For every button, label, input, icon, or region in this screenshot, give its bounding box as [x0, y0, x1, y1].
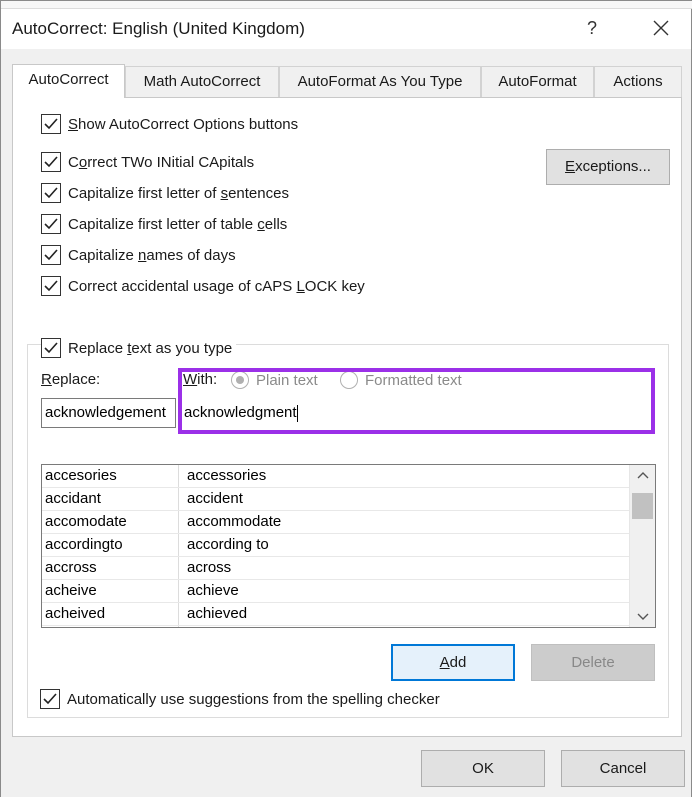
days-label: Capitalize names of days: [68, 246, 236, 264]
replace-input[interactable]: acknowledgement: [41, 398, 176, 428]
spelling-label: Automatically use suggestions from the s…: [67, 690, 440, 708]
list-item-with: accident: [187, 490, 243, 507]
list-item-with: according to: [187, 536, 269, 553]
dialog-title: AutoCorrect: English (United Kingdom): [12, 19, 305, 38]
replace-as-type-option: Replace text as you type: [41, 337, 237, 359]
list-item[interactable]: acheived achieved: [42, 603, 629, 626]
with-label: With:: [183, 371, 218, 388]
replace-as-type-checkbox[interactable]: [41, 338, 61, 358]
list-scrollbar[interactable]: [629, 465, 655, 627]
caps-lock-checkbox[interactable]: [41, 276, 61, 296]
checkmark-icon: [44, 187, 58, 199]
autocorrect-dialog: AutoCorrect: English (United Kingdom) ? …: [0, 0, 692, 797]
checkmark-icon: [43, 693, 57, 705]
tab-math-autocorrect[interactable]: Math AutoCorrect: [125, 66, 279, 97]
formatted-text-label: Formatted text: [365, 371, 462, 389]
tab-autocorrect[interactable]: AutoCorrect: [12, 64, 125, 98]
with-input-text: acknowledgment: [184, 404, 297, 421]
checkmark-icon: [44, 118, 58, 130]
dialog-footer: OK Cancel: [1, 738, 691, 797]
tab-autoformat-as-you-type[interactable]: AutoFormat As You Type: [279, 66, 481, 97]
scroll-down-button[interactable]: [630, 607, 655, 627]
scroll-up-button[interactable]: [630, 465, 655, 485]
chevron-up-icon: [637, 472, 649, 479]
list-item-replace: accesories: [45, 467, 117, 484]
list-item-with: achieved: [187, 605, 248, 622]
formatted-text-radio[interactable]: Formatted text: [340, 371, 462, 389]
autocorrect-panel: Show AutoCorrect Options buttons Correct…: [12, 97, 682, 737]
title-bar: AutoCorrect: English (United Kingdom) ?: [1, 9, 691, 49]
two-initial-label: Correct TWo INitial CApitals: [68, 153, 255, 171]
list-item-replace: acheive: [45, 582, 97, 599]
list-item-replace: accordingto: [45, 536, 123, 553]
list-item[interactable]: acheive achieve: [42, 580, 629, 603]
first-cell-label: Capitalize first letter of table cells: [68, 215, 288, 233]
with-input[interactable]: acknowledgment: [180, 398, 655, 428]
radio-selected-icon: [231, 371, 249, 389]
add-button[interactable]: Add: [391, 644, 515, 681]
show-options-label: Show AutoCorrect Options buttons: [68, 115, 299, 133]
list-item[interactable]: accidant accident: [42, 488, 629, 511]
days-checkbox[interactable]: [41, 245, 61, 265]
checkmark-icon: [44, 249, 58, 261]
first-sentence-option: Capitalize first letter of sentences: [41, 182, 289, 204]
caps-lock-option: Correct accidental usage of cAPS LOCK ke…: [41, 275, 365, 297]
list-item-with: across: [187, 559, 232, 576]
spelling-checkbox[interactable]: [40, 689, 60, 709]
list-item-replace: accomodate: [45, 513, 127, 530]
two-initial-option: Correct TWo INitial CApitals: [41, 151, 254, 173]
two-initial-checkbox[interactable]: [41, 152, 61, 172]
list-item[interactable]: accomodate accommodate: [42, 511, 629, 534]
checkmark-icon: [44, 218, 58, 230]
list-item-with: accessories: [187, 467, 267, 484]
show-options-checkbox[interactable]: [41, 114, 61, 134]
ok-button[interactable]: OK: [421, 750, 545, 787]
checkmark-icon: [44, 280, 58, 292]
checkmark-icon: [44, 156, 58, 168]
background-window-strip: [1, 1, 692, 9]
first-sentence-checkbox[interactable]: [41, 183, 61, 203]
first-sentence-label: Capitalize first letter of sentences: [68, 184, 289, 202]
scroll-thumb[interactable]: [632, 493, 653, 519]
days-option: Capitalize names of days: [41, 244, 236, 266]
tab-actions[interactable]: Actions: [594, 66, 682, 97]
first-cell-checkbox[interactable]: [41, 214, 61, 234]
text-cursor: [296, 404, 298, 422]
chevron-down-icon: [637, 613, 649, 620]
list-item[interactable]: accross across: [42, 557, 629, 580]
plain-text-label: Plain text: [256, 371, 318, 389]
first-cell-option: Capitalize first letter of table cells: [41, 213, 287, 235]
close-icon: [653, 20, 669, 36]
list-item-with: accommodate: [187, 513, 282, 530]
plain-text-radio[interactable]: Plain text: [231, 371, 318, 389]
show-options-option: Show AutoCorrect Options buttons: [41, 113, 298, 135]
list-item-replace: acheived: [45, 605, 106, 622]
autocorrect-list[interactable]: accesories accessories accidant accident a…: [41, 464, 656, 628]
list-item-replace: accidant: [45, 490, 101, 507]
caps-lock-label: Correct accidental usage of cAPS LOCK ke…: [68, 277, 365, 295]
radio-unselected-icon: [340, 371, 358, 389]
checkmark-icon: [44, 342, 58, 354]
list-item-with: achieve: [187, 582, 239, 599]
help-button[interactable]: ?: [577, 13, 607, 43]
cancel-button[interactable]: Cancel: [561, 750, 685, 787]
exceptions-button[interactable]: Exceptions...: [546, 149, 670, 185]
close-button[interactable]: [643, 13, 679, 43]
replace-label: Replace:: [41, 371, 101, 388]
tab-autoformat[interactable]: AutoFormat: [481, 66, 594, 97]
list-item-replace: accross: [45, 559, 97, 576]
tab-bar: AutoCorrect Math AutoCorrect AutoFormat …: [12, 64, 682, 98]
spelling-option: Automatically use suggestions from the s…: [40, 688, 440, 710]
list-item[interactable]: accesories accessories: [42, 465, 629, 488]
delete-button[interactable]: Delete: [531, 644, 655, 681]
list-item[interactable]: accordingto according to: [42, 534, 629, 557]
replace-as-type-label: Replace text as you type: [68, 339, 233, 357]
